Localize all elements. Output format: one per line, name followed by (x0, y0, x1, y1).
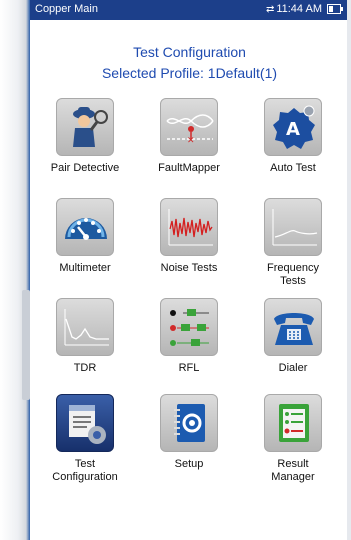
tile-multimeter[interactable]: Multimeter (39, 198, 131, 275)
tile-frequency-tests[interactable]: Frequency Tests (247, 198, 339, 288)
tile-label: Frequency Tests (267, 262, 319, 287)
tile-auto-test[interactable]: A Auto Test (247, 98, 339, 175)
tile-label: Setup (174, 458, 204, 470)
frame-nub (22, 290, 30, 400)
frequency-graph-icon (264, 198, 322, 256)
main-content: Test Configuration Selected Profile: 1De… (36, 20, 343, 540)
tile-label: Auto Test (270, 162, 316, 174)
svg-text:A: A (286, 119, 300, 140)
tile-dialer[interactable]: Dialer (247, 298, 339, 375)
tile-label: TDR (73, 362, 97, 374)
tile-label: Multimeter (59, 262, 111, 274)
status-right: ⇄ 11:44 AM (265, 3, 343, 15)
config-icon (56, 394, 114, 452)
tile-fault-mapper[interactable]: ✕ FaultMapper (143, 98, 235, 175)
tile-label: Noise Tests (160, 262, 218, 274)
rfl-icon (160, 298, 218, 356)
tile-label: FaultMapper (158, 162, 220, 174)
auto-test-icon: A (264, 98, 322, 156)
tile-label: Pair Detective (50, 162, 120, 174)
tile-label: RFL (178, 362, 200, 374)
selected-profile: Selected Profile: 1Default(1) (101, 65, 278, 81)
result-manager-icon (264, 394, 322, 452)
setup-notebook-icon (160, 394, 218, 452)
tile-test-configuration[interactable]: Test Configuration (39, 394, 131, 484)
clock: 11:44 AM (276, 3, 322, 15)
page-title: Test Configuration (133, 44, 246, 60)
detective-icon (56, 98, 114, 156)
tile-tdr[interactable]: TDR (39, 298, 131, 375)
tdr-trace-icon (56, 298, 114, 356)
noise-wave-icon (160, 198, 218, 256)
tile-rfl[interactable]: RFL (143, 298, 235, 375)
tile-pair-detective[interactable]: Pair Detective (39, 98, 131, 175)
status-bar: Copper Main ⇄ 11:44 AM (30, 0, 347, 20)
network-icon: ⇄ (265, 3, 274, 15)
battery-icon (327, 4, 343, 14)
phone-icon (264, 298, 322, 356)
tile-label: Result Manager (271, 458, 315, 483)
tile-result-manager[interactable]: Result Manager (247, 394, 339, 484)
tile-setup[interactable]: Setup (143, 394, 235, 471)
tile-label: Dialer (278, 362, 308, 374)
tile-label: Test Configuration (52, 458, 118, 483)
tile-noise-tests[interactable]: Noise Tests (143, 198, 235, 275)
device-frame-left (0, 0, 30, 540)
app-title: Copper Main (35, 3, 98, 15)
device-frame-right (347, 0, 351, 540)
gauge-icon (56, 198, 114, 256)
fault-mapper-icon: ✕ (160, 98, 218, 156)
svg-text:✕: ✕ (187, 136, 195, 146)
